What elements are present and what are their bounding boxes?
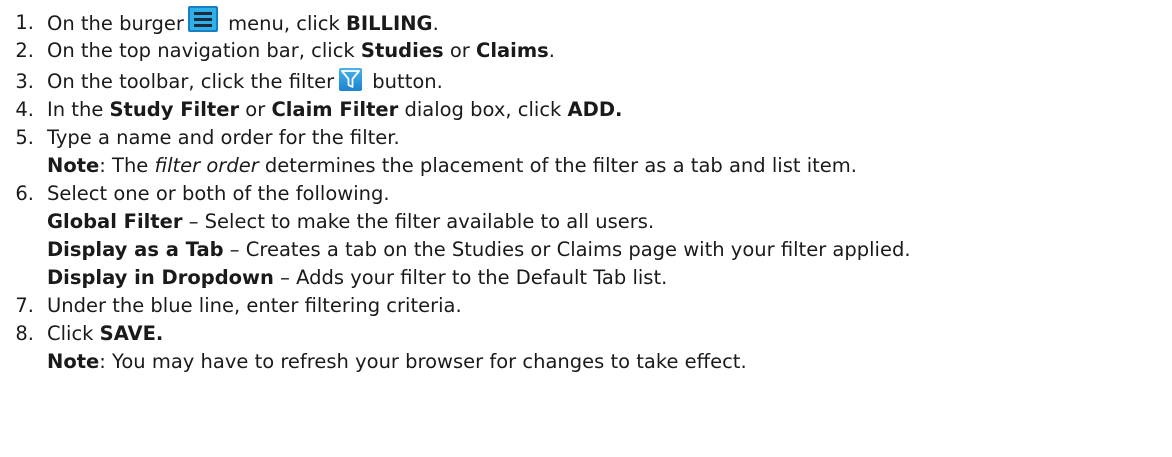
claim-filter-label: Claim Filter bbox=[271, 98, 399, 121]
step-number: 4. bbox=[15, 98, 34, 121]
step-5: 5. Type a name and order for the filter.… bbox=[0, 124, 1172, 180]
note-text: : You may have to refresh your browser f… bbox=[99, 350, 747, 373]
option-desc: – Adds your filter to the Default Tab li… bbox=[273, 266, 668, 289]
step-number: 7. bbox=[15, 294, 34, 317]
step-3: 3. On the toolbar, click the filter butt… bbox=[0, 65, 1172, 96]
step-7: 7. Under the blue line, enter filtering … bbox=[0, 292, 1172, 320]
step-text-pre: Click bbox=[47, 322, 100, 345]
step-number: 1. bbox=[15, 11, 34, 34]
step-number: 6. bbox=[15, 182, 34, 205]
step-1: 1. On the burger menu, click BILLING. bbox=[0, 6, 1172, 37]
step-text: On the toolbar, click the filter button. bbox=[47, 65, 443, 96]
step-text-mid: or bbox=[239, 98, 272, 121]
option-display-as-tab: Display as a Tab – Creates a tab on the … bbox=[47, 236, 911, 264]
step-8: 8. Click SAVE. Note: You may have to ref… bbox=[0, 320, 1172, 376]
step-number: 2. bbox=[15, 39, 34, 62]
step-text-post: button. bbox=[366, 70, 443, 93]
step-text-post: . bbox=[548, 39, 555, 62]
step-text-pre: On the burger bbox=[47, 12, 184, 35]
add-label: ADD. bbox=[567, 98, 623, 121]
claims-label: Claims bbox=[476, 39, 549, 62]
step-text-pre: On the top navigation bar, click bbox=[47, 39, 361, 62]
option-term: Global Filter bbox=[47, 210, 183, 233]
instruction-list: 1. On the burger menu, click BILLING. 2.… bbox=[0, 0, 1172, 376]
step-note: Note: You may have to refresh your brows… bbox=[47, 348, 747, 376]
step-text-post: . bbox=[432, 12, 439, 35]
note-text-post: determines the placement of the filter a… bbox=[258, 154, 857, 177]
step-text-mid: menu, click bbox=[221, 12, 346, 35]
note-label: Note bbox=[47, 154, 100, 177]
option-global-filter: Global Filter – Select to make the filte… bbox=[47, 208, 911, 236]
step-number: 8. bbox=[15, 322, 34, 345]
step-note: Note: The filter order determines the pl… bbox=[47, 152, 857, 180]
save-label: SAVE. bbox=[99, 322, 164, 345]
note-label: Note bbox=[47, 350, 100, 373]
step-text: On the top navigation bar, click Studies… bbox=[47, 37, 555, 65]
note-italic: filter order bbox=[154, 154, 259, 177]
option-desc: – Select to make the filter available to… bbox=[182, 210, 655, 233]
step-text: On the burger menu, click BILLING. bbox=[47, 6, 439, 37]
step-6: 6. Select one or both of the following. … bbox=[0, 180, 1172, 292]
step-text-pre: In the bbox=[47, 98, 110, 121]
step-number: 3. bbox=[15, 70, 34, 93]
step-text: In the Study Filter or Claim Filter dial… bbox=[47, 96, 622, 124]
step-4: 4. In the Study Filter or Claim Filter d… bbox=[0, 96, 1172, 124]
burger-menu-icon bbox=[187, 6, 218, 32]
note-text-pre: : The bbox=[99, 154, 155, 177]
step-2: 2. On the top navigation bar, click Stud… bbox=[0, 37, 1172, 65]
studies-label: Studies bbox=[360, 39, 444, 62]
step-text: Type a name and order for the filter. bbox=[47, 126, 400, 149]
study-filter-label: Study Filter bbox=[109, 98, 240, 121]
step-text-mid: dialog box, click bbox=[398, 98, 568, 121]
filter-icon bbox=[339, 68, 363, 91]
step-text: Under the blue line, enter filtering cri… bbox=[47, 294, 462, 317]
option-display-in-dropdown: Display in Dropdown – Adds your filter t… bbox=[47, 264, 911, 292]
step-text: Click SAVE. bbox=[47, 320, 747, 348]
step-number: 5. bbox=[15, 126, 34, 149]
step-text-mid: or bbox=[443, 39, 477, 62]
step-text: Select one or both of the following. bbox=[47, 182, 390, 205]
option-term: Display as a Tab bbox=[47, 238, 224, 261]
option-desc: – Creates a tab on the Studies or Claims… bbox=[223, 238, 911, 261]
step-text-pre: On the toolbar, click the filter bbox=[47, 70, 335, 93]
option-term: Display in Dropdown bbox=[47, 266, 274, 289]
billing-label: BILLING bbox=[346, 12, 433, 35]
